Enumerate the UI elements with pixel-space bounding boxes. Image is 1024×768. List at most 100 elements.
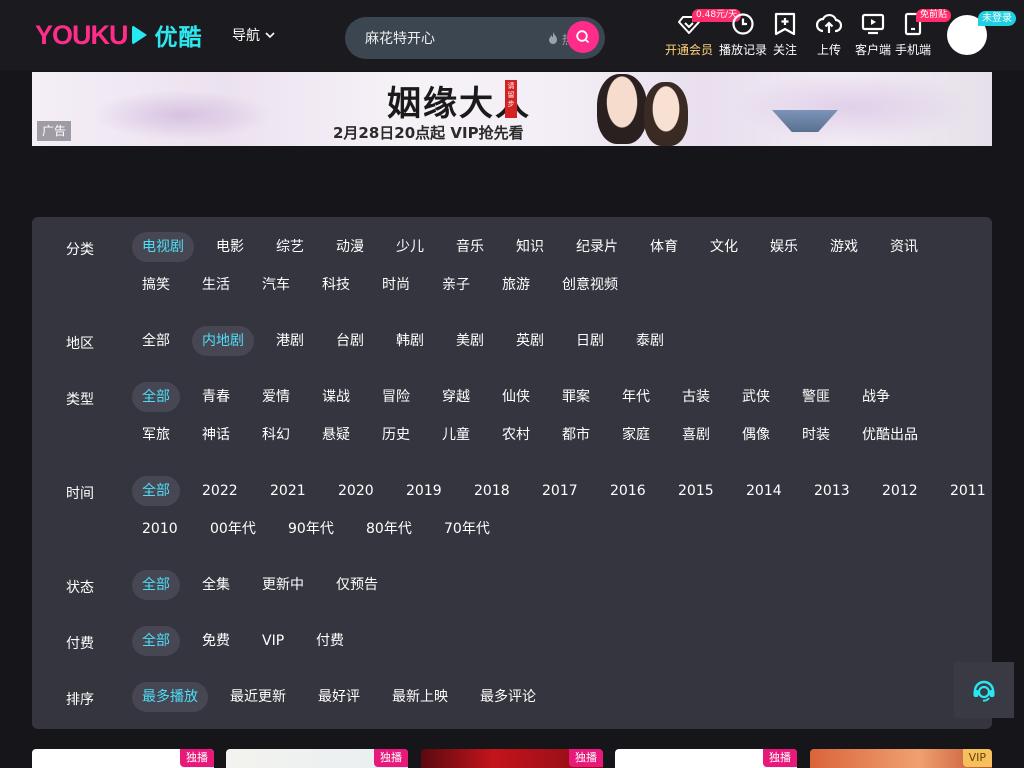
filter-option[interactable]: 美剧	[446, 326, 494, 356]
filter-option[interactable]: 泰剧	[626, 326, 674, 356]
filter-option[interactable]: 2013	[804, 476, 860, 506]
filter-option[interactable]: 武侠	[732, 382, 780, 412]
filter-option[interactable]: 最近更新	[220, 682, 296, 712]
filter-option[interactable]: 港剧	[266, 326, 314, 356]
filter-option[interactable]: 全部	[132, 626, 180, 656]
history-button[interactable]: 播放记录	[719, 12, 767, 58]
filter-option[interactable]: 青春	[192, 382, 240, 412]
filter-option[interactable]: 英剧	[506, 326, 554, 356]
filter-option[interactable]: 2020	[328, 476, 384, 506]
filter-option[interactable]: 全集	[192, 570, 240, 600]
filter-option[interactable]: 少儿	[386, 232, 434, 262]
video-card[interactable]: 独播	[226, 749, 408, 768]
follow-button[interactable]: 关注	[773, 12, 797, 58]
filter-option[interactable]: 90年代	[278, 514, 344, 544]
filter-option[interactable]: 最新上映	[382, 682, 458, 712]
filter-option[interactable]: 2019	[396, 476, 452, 506]
youku-logo[interactable]: YOUKU 优酷	[35, 20, 203, 52]
filter-option[interactable]: 优酷出品	[852, 420, 928, 450]
filter-option[interactable]: 最好评	[308, 682, 370, 712]
filter-option[interactable]: 2022	[192, 476, 248, 506]
filter-option[interactable]: 儿童	[432, 420, 480, 450]
filter-option[interactable]: 动漫	[326, 232, 374, 262]
video-card[interactable]: VIP	[810, 749, 992, 768]
filter-option[interactable]: 2021	[260, 476, 316, 506]
filter-option[interactable]: 2011	[940, 476, 996, 506]
search-input[interactable]	[365, 17, 545, 59]
filter-option[interactable]: 全部	[132, 476, 180, 506]
video-card[interactable]: 独播	[32, 749, 214, 768]
filter-option[interactable]: 神话	[192, 420, 240, 450]
filter-option[interactable]: 科技	[312, 270, 360, 300]
filter-option[interactable]: 喜剧	[672, 420, 720, 450]
filter-option[interactable]: 付费	[306, 626, 354, 656]
filter-option[interactable]: 韩剧	[386, 326, 434, 356]
client-button[interactable]: 客户端	[855, 12, 891, 58]
video-card[interactable]: 独播	[421, 749, 603, 768]
filter-option[interactable]: 2012	[872, 476, 928, 506]
filter-option[interactable]: 悬疑	[312, 420, 360, 450]
filter-option[interactable]: 都市	[552, 420, 600, 450]
filter-option[interactable]: 古装	[672, 382, 720, 412]
filter-option[interactable]: 最多播放	[132, 682, 208, 712]
filter-option[interactable]: 内地剧	[192, 326, 254, 356]
filter-option[interactable]: 全部	[132, 382, 180, 412]
upload-button[interactable]: 上传	[816, 12, 842, 58]
filter-option[interactable]: 电视剧	[132, 232, 194, 262]
ad-banner[interactable]: 姻缘大人 请留步 2月28日20点起 VIP抢先看 广告	[32, 72, 992, 146]
filter-option[interactable]: 文化	[700, 232, 748, 262]
filter-option[interactable]: 2015	[668, 476, 724, 506]
filter-option[interactable]: 日剧	[566, 326, 614, 356]
filter-option[interactable]: 家庭	[612, 420, 660, 450]
customer-service-button[interactable]	[954, 662, 1014, 718]
filter-option[interactable]: 80年代	[356, 514, 422, 544]
filter-option[interactable]: 2017	[532, 476, 588, 506]
filter-option[interactable]: 知识	[506, 232, 554, 262]
filter-option[interactable]: 汽车	[252, 270, 300, 300]
filter-option[interactable]: 穿越	[432, 382, 480, 412]
filter-option[interactable]: 体育	[640, 232, 688, 262]
filter-option[interactable]: 更新中	[252, 570, 314, 600]
filter-option[interactable]: 音乐	[446, 232, 494, 262]
filter-option[interactable]: 旅游	[492, 270, 540, 300]
filter-option[interactable]: 爱情	[252, 382, 300, 412]
filter-option[interactable]: 2010	[132, 514, 188, 544]
filter-option[interactable]: 游戏	[820, 232, 868, 262]
filter-option[interactable]: 综艺	[266, 232, 314, 262]
filter-option[interactable]: 2016	[600, 476, 656, 506]
filter-option[interactable]: 年代	[612, 382, 660, 412]
filter-option[interactable]: 警匪	[792, 382, 840, 412]
video-card[interactable]: 独播	[615, 749, 797, 768]
filter-option[interactable]: 创意视频	[552, 270, 628, 300]
search-button[interactable]	[567, 21, 599, 53]
filter-option[interactable]: 时装	[792, 420, 840, 450]
filter-option[interactable]: 纪录片	[566, 232, 628, 262]
filter-option[interactable]: 偶像	[732, 420, 780, 450]
filter-option[interactable]: 罪案	[552, 382, 600, 412]
filter-option[interactable]: 生活	[192, 270, 240, 300]
filter-option[interactable]: 2014	[736, 476, 792, 506]
filter-option[interactable]: 仅预告	[326, 570, 388, 600]
filter-option[interactable]: 谍战	[312, 382, 360, 412]
filter-option[interactable]: 00年代	[200, 514, 266, 544]
nav-menu[interactable]: 导航	[232, 25, 276, 45]
filter-option[interactable]: 战争	[852, 382, 900, 412]
filter-option[interactable]: 资讯	[880, 232, 928, 262]
filter-option[interactable]: VIP	[252, 626, 294, 656]
filter-option[interactable]: 电影	[206, 232, 254, 262]
filter-option[interactable]: 最多评论	[470, 682, 546, 712]
filter-option[interactable]: 全部	[132, 570, 180, 600]
filter-option[interactable]: 免费	[192, 626, 240, 656]
filter-option[interactable]: 时尚	[372, 270, 420, 300]
filter-option[interactable]: 台剧	[326, 326, 374, 356]
filter-option[interactable]: 搞笑	[132, 270, 180, 300]
filter-option[interactable]: 科幻	[252, 420, 300, 450]
filter-option[interactable]: 亲子	[432, 270, 480, 300]
filter-option[interactable]: 2018	[464, 476, 520, 506]
filter-option[interactable]: 农村	[492, 420, 540, 450]
filter-option[interactable]: 娱乐	[760, 232, 808, 262]
filter-option[interactable]: 冒险	[372, 382, 420, 412]
filter-option[interactable]: 军旅	[132, 420, 180, 450]
filter-option[interactable]: 仙侠	[492, 382, 540, 412]
filter-option[interactable]: 历史	[372, 420, 420, 450]
